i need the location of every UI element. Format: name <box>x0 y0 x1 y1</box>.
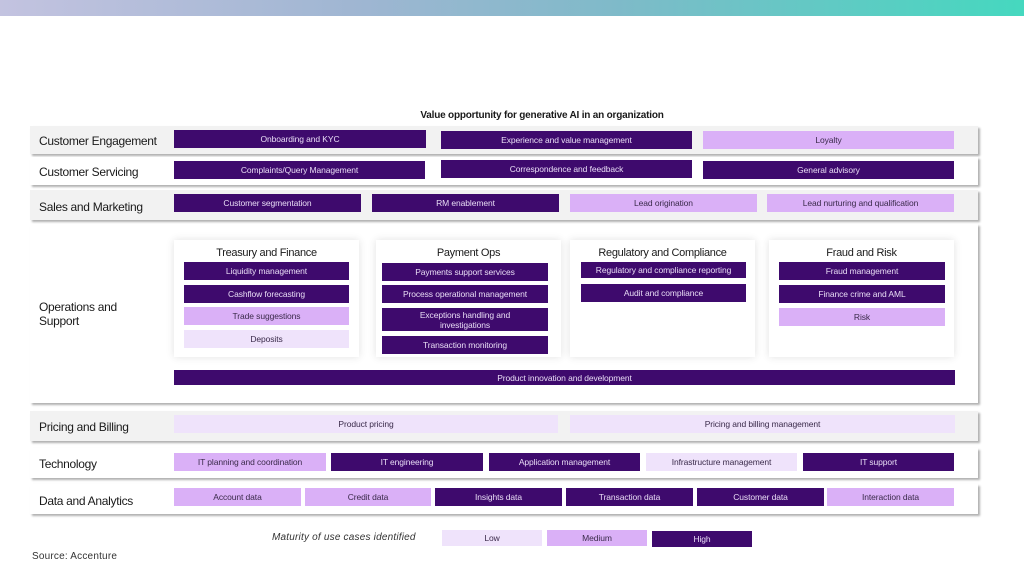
use-case-chip: Risk <box>779 308 945 326</box>
use-case-chip: Regulatory and compliance reporting <box>581 262 746 278</box>
use-case-chip: IT support <box>803 453 954 471</box>
use-case-chip: Finance crime and AML <box>779 285 945 303</box>
legend-high: High <box>652 531 752 547</box>
use-case-chip: Cashflow forecasting <box>184 285 349 303</box>
use-case-chip: Lead nurturing and qualification <box>767 194 954 212</box>
use-case-chip: Lead origination <box>570 194 757 212</box>
use-case-chip: General advisory <box>703 161 954 179</box>
use-case-chip: Fraud management <box>779 262 945 280</box>
row-data-analytics: Data and Analytics Account data Credit d… <box>30 484 978 514</box>
use-case-chip: Transaction data <box>566 488 693 506</box>
use-case-chip: Liquidity management <box>184 262 349 280</box>
use-case-chip: Process operational management <box>382 285 548 303</box>
card-treasury-finance: Treasury and Finance Liquidity managemen… <box>174 240 359 357</box>
use-case-chip: Complaints/Query Management <box>174 161 425 179</box>
row-label: Customer Engagement <box>39 134 157 148</box>
diagram-title: Value opportunity for generative AI in a… <box>420 110 664 121</box>
use-case-chip: Trade suggestions <box>184 307 349 325</box>
header-gradient-bar <box>0 0 1024 16</box>
use-case-chip: Credit data <box>305 488 431 506</box>
use-case-chip: Customer segmentation <box>174 194 361 212</box>
use-case-chip: RM enablement <box>372 194 559 212</box>
use-case-chip: Deposits <box>184 330 349 348</box>
use-case-chip: Infrastructure management <box>646 453 797 471</box>
use-case-chip: Correspondence and feedback <box>441 160 692 178</box>
source-note: Source: Accenture <box>32 551 118 562</box>
row-label: Operations and Support <box>39 300 117 328</box>
row-label: Sales and Marketing <box>39 200 143 214</box>
legend-medium: Medium <box>547 530 647 546</box>
card-title: Payment Ops <box>436 247 501 259</box>
row-technology: Technology IT planning and coordination … <box>30 448 978 478</box>
card-payment-ops: Payment Ops Payments support services Pr… <box>376 240 561 357</box>
card-title: Fraud and Risk <box>826 247 897 259</box>
use-case-chip: Transaction monitoring <box>382 336 548 354</box>
use-case-chip: Experience and value management <box>441 131 692 149</box>
use-case-chip: Product pricing <box>174 415 558 433</box>
row-label: Customer Servicing <box>39 165 139 179</box>
card-title: Treasury and Finance <box>216 247 317 259</box>
use-case-chip: Insights data <box>435 488 562 506</box>
use-case-chip: Onboarding and KYC <box>174 130 426 148</box>
use-case-chip: Customer data <box>697 488 824 506</box>
use-case-chip: Account data <box>174 488 301 506</box>
use-case-chip: Payments support services <box>382 263 548 281</box>
use-case-chip: Application management <box>489 453 640 471</box>
row-customer-servicing: Customer Servicing Complaints/Query Mana… <box>30 157 978 185</box>
row-label: Pricing and Billing <box>39 420 129 434</box>
use-case-chip: Loyalty <box>703 131 954 149</box>
use-case-chip: Interaction data <box>827 488 954 506</box>
row-pricing-billing: Pricing and Billing Product pricing Pric… <box>30 411 978 441</box>
use-case-chip: IT engineering <box>331 453 483 471</box>
card-regulatory-compliance: Regulatory and Compliance Regulatory and… <box>570 240 755 357</box>
use-case-chip: Exceptions handling and investigations <box>382 308 548 331</box>
use-case-chip: Audit and compliance <box>581 284 746 302</box>
use-case-chip: IT planning and coordination <box>174 453 326 471</box>
row-sales-marketing: Sales and Marketing Customer segmentatio… <box>30 190 978 220</box>
row-customer-engagement: Customer Engagement Onboarding and KYC E… <box>30 126 978 154</box>
legend-label: Maturity of use cases identified <box>272 532 416 543</box>
card-fraud-risk: Fraud and Risk Fraud management Finance … <box>769 240 954 357</box>
card-title: Regulatory and Compliance <box>598 247 727 259</box>
row-label: Data and Analytics <box>39 494 133 508</box>
use-case-chip-wide: Product innovation and development <box>174 370 955 385</box>
row-label: Technology <box>39 457 97 471</box>
use-case-chip: Pricing and billing management <box>570 415 955 433</box>
legend-low: Low <box>442 530 542 546</box>
